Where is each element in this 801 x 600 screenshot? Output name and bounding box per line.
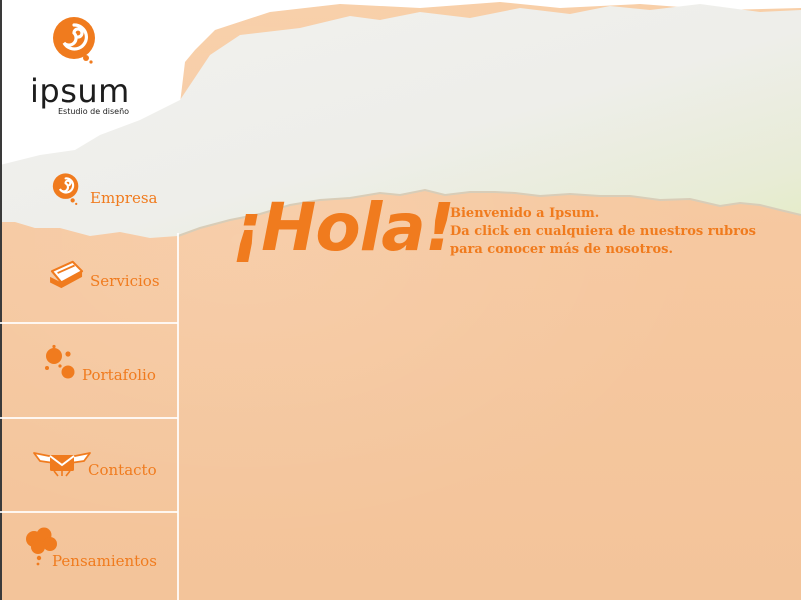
- nav-label-servicios: Servicios: [90, 272, 160, 290]
- main-nav: Empresa Servicios Portafolio Contacto Pe…: [0, 0, 179, 600]
- nav-label-pensamientos: Pensamientos: [52, 552, 157, 570]
- welcome-line: Bienvenido a Ipsum.: [450, 206, 600, 221]
- winged-envelope-icon: [33, 452, 91, 477]
- sidebar-separator: [177, 233, 179, 600]
- nav-label-contacto: Contacto: [88, 461, 157, 479]
- page: ipsum Estudio de diseño Empresa Servicio…: [0, 0, 801, 600]
- greeting-heading: ¡Hola!: [232, 189, 455, 266]
- welcome-line: para conocer más de nosotros.: [450, 242, 673, 257]
- swirl-drop-icon: [52, 173, 79, 206]
- nav-label-portafolio: Portafolio: [82, 366, 156, 384]
- nav-item-empresa[interactable]: Empresa: [0, 170, 178, 230]
- welcome-message: Bienvenido a Ipsum. Da click en cualquie…: [450, 205, 756, 259]
- nav-item-contacto[interactable]: Contacto: [0, 419, 178, 511]
- sidebar: ipsum Estudio de diseño Empresa Servicio…: [0, 0, 179, 600]
- folder-tag-icon: [50, 260, 84, 289]
- nav-item-servicios[interactable]: Servicios: [0, 240, 178, 322]
- welcome-line: Da click en cualquiera de nuestros rubro…: [450, 224, 756, 239]
- nav-item-portafolio[interactable]: Portafolio: [0, 324, 178, 418]
- paint-splash-icon: [45, 344, 75, 379]
- nav-item-pensamientos[interactable]: Pensamientos: [0, 513, 178, 600]
- nav-label-empresa: Empresa: [90, 189, 158, 207]
